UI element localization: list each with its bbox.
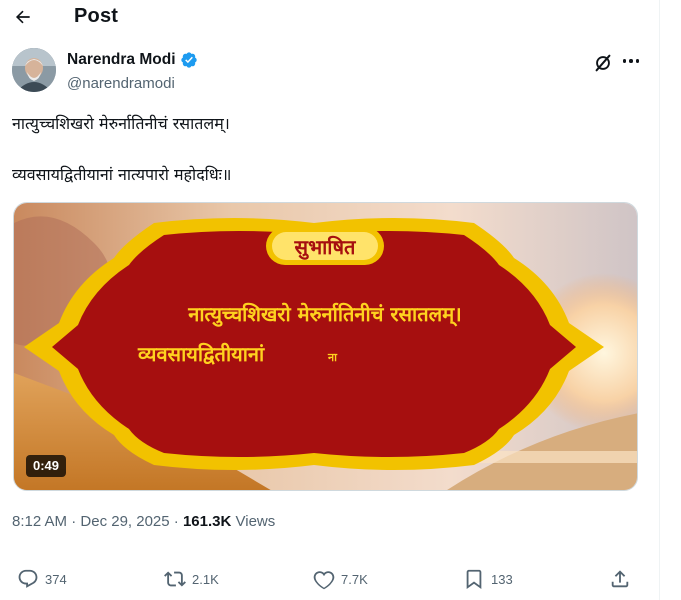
video-verse-line-1: नात्युच्चशिखरो मेरुर्नातिनीचं रसातलम्।: [187, 302, 462, 327]
author-handle[interactable]: @narendramodi: [67, 75, 175, 92]
subhashit-badge: सुभाषित: [294, 235, 357, 260]
views-label: Views: [235, 513, 276, 530]
more-dots-icon: [622, 59, 627, 63]
bookmark-count: 133: [491, 571, 513, 587]
repost-icon: [164, 571, 186, 587]
reply-icon: [18, 569, 38, 588]
video-player[interactable]: सुभाषित नात्युच्चशिखरो मेरुर्नातिनीचं रस…: [13, 202, 638, 491]
video-duration: 0:49: [26, 455, 67, 477]
action-bar: 374 2.1K 7.7K 133: [0, 565, 660, 593]
video-verse-line-2: व्यवसायद्वितीयानां: [137, 342, 265, 366]
repost-button[interactable]: 2.1K: [164, 565, 219, 593]
views-count: 161.3K: [182, 513, 232, 530]
video-verse-line-2-tail: ना: [327, 351, 338, 364]
author-name[interactable]: Narendra Modi: [67, 51, 176, 69]
share-icon: [611, 570, 629, 588]
post-header: Post: [0, 0, 660, 34]
share-button[interactable]: [609, 565, 631, 593]
author-row: Narendra Modi @narendramodi: [12, 48, 652, 96]
grok-button[interactable]: [592, 52, 614, 74]
avatar[interactable]: [12, 48, 56, 92]
like-count: 7.7K: [341, 571, 368, 587]
tweet-text-line-2: व्यवसायद्वितीयानां नात्यपारो महोदधिः॥: [12, 165, 232, 184]
grok-icon: [595, 54, 611, 72]
reply-count: 374: [45, 571, 67, 587]
verified-badge-icon: [180, 52, 197, 68]
repost-count: 2.1K: [192, 571, 219, 587]
heart-icon: [313, 571, 335, 590]
more-options-button[interactable]: [618, 50, 644, 72]
tweet-text-line-1: नात्युच्चशिखरो मेरुर्नातिनीचं रसातलम्।: [12, 114, 230, 133]
bookmark-icon: [466, 569, 482, 590]
video-thumbnail: सुभाषित नात्युच्चशिखरो मेरुर्नातिनीचं रस…: [14, 203, 637, 490]
page-title: Post: [74, 5, 119, 27]
reply-button[interactable]: 374: [17, 565, 67, 593]
back-button[interactable]: [12, 6, 34, 28]
like-button[interactable]: 7.7K: [313, 565, 368, 593]
post-time[interactable]: 8:12 AM: [12, 513, 67, 530]
post-meta: 8:12 AM · Dec 29, 2025 · 161.3K Views: [12, 513, 276, 530]
column-divider: [659, 0, 660, 600]
post-date[interactable]: Dec 29, 2025: [80, 513, 169, 530]
bookmark-button[interactable]: 133: [463, 565, 513, 593]
arrow-left-icon: [15, 10, 30, 24]
